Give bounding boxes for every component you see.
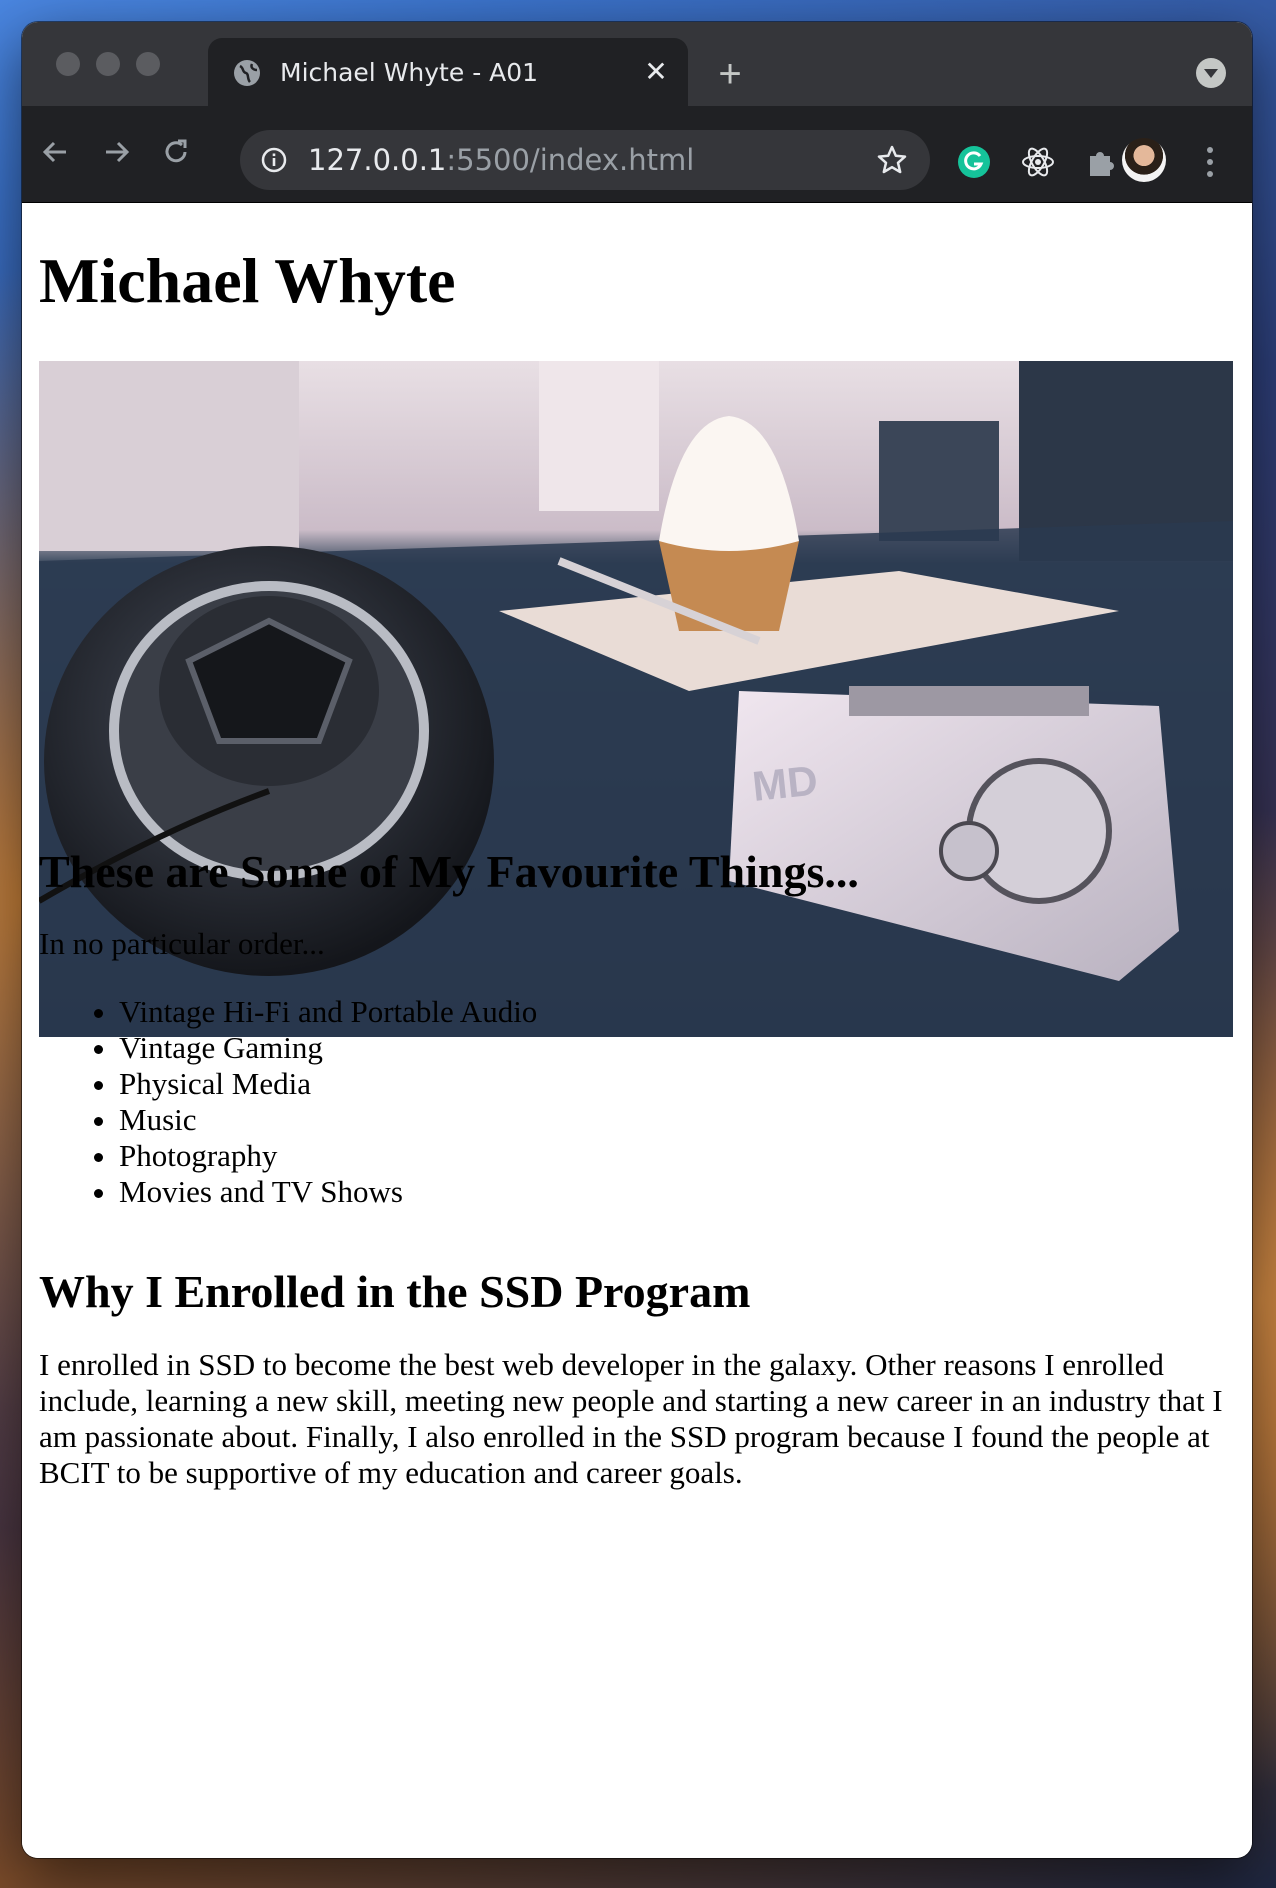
list-item: Physical Media xyxy=(119,1066,537,1102)
favourites-intro: In no particular order... xyxy=(39,926,325,961)
react-devtools-icon[interactable] xyxy=(1020,144,1056,180)
tab-title: Michael Whyte - A01 xyxy=(280,58,539,87)
profile-avatar[interactable] xyxy=(1122,138,1166,182)
toolbar: 127.0.0.1:5500/index.html xyxy=(22,106,1252,203)
browser-window: Michael Whyte - A01 ✕ + 127.0.0.1:5500/i… xyxy=(22,22,1252,1858)
page-content: Michael Whyte MD These are Some of My Fa… xyxy=(22,203,1252,1858)
window-minimize-light[interactable] xyxy=(96,52,120,76)
grammarly-extension-icon[interactable] xyxy=(956,144,992,180)
menu-dots-icon[interactable] xyxy=(1206,146,1214,178)
url-text: 127.0.0.1:5500/index.html xyxy=(308,143,694,177)
list-item: Photography xyxy=(119,1138,537,1174)
url-path: :5500/index.html xyxy=(446,143,695,177)
url-host: 127.0.0.1 xyxy=(308,143,447,177)
list-item: Vintage Hi-Fi and Portable Audio xyxy=(119,994,537,1030)
ssd-paragraph: I enrolled in SSD to become the best web… xyxy=(39,1347,1223,1490)
list-item: Vintage Gaming xyxy=(119,1030,537,1066)
new-tab-icon[interactable]: + xyxy=(712,54,748,94)
favourites-list: Vintage Hi-Fi and Portable Audio Vintage… xyxy=(39,994,537,1210)
page-title: Michael Whyte xyxy=(39,245,456,316)
back-arrow-icon[interactable] xyxy=(36,132,76,172)
site-info-icon[interactable] xyxy=(260,146,288,174)
list-item: Movies and TV Shows xyxy=(119,1174,537,1210)
reload-icon[interactable] xyxy=(156,132,196,172)
window-zoom-light[interactable] xyxy=(136,52,160,76)
tab-close-icon[interactable]: ✕ xyxy=(640,56,672,88)
list-item: Music xyxy=(119,1102,537,1138)
globe-icon xyxy=(234,60,260,86)
ssd-heading: Why I Enrolled in the SSD Program xyxy=(39,1266,751,1317)
window-close-light[interactable] xyxy=(56,52,80,76)
tab-bar: Michael Whyte - A01 ✕ + xyxy=(22,22,1252,106)
favourites-heading: These are Some of My Favourite Things... xyxy=(39,846,859,897)
browser-tab[interactable]: Michael Whyte - A01 ✕ xyxy=(208,38,688,106)
svg-text:MD: MD xyxy=(750,756,820,810)
bookmark-star-icon[interactable] xyxy=(876,144,908,176)
address-bar[interactable]: 127.0.0.1:5500/index.html xyxy=(240,130,930,190)
tab-search-icon[interactable] xyxy=(1196,58,1226,88)
forward-arrow-icon[interactable] xyxy=(96,132,136,172)
extensions-puzzle-icon[interactable] xyxy=(1084,144,1120,180)
